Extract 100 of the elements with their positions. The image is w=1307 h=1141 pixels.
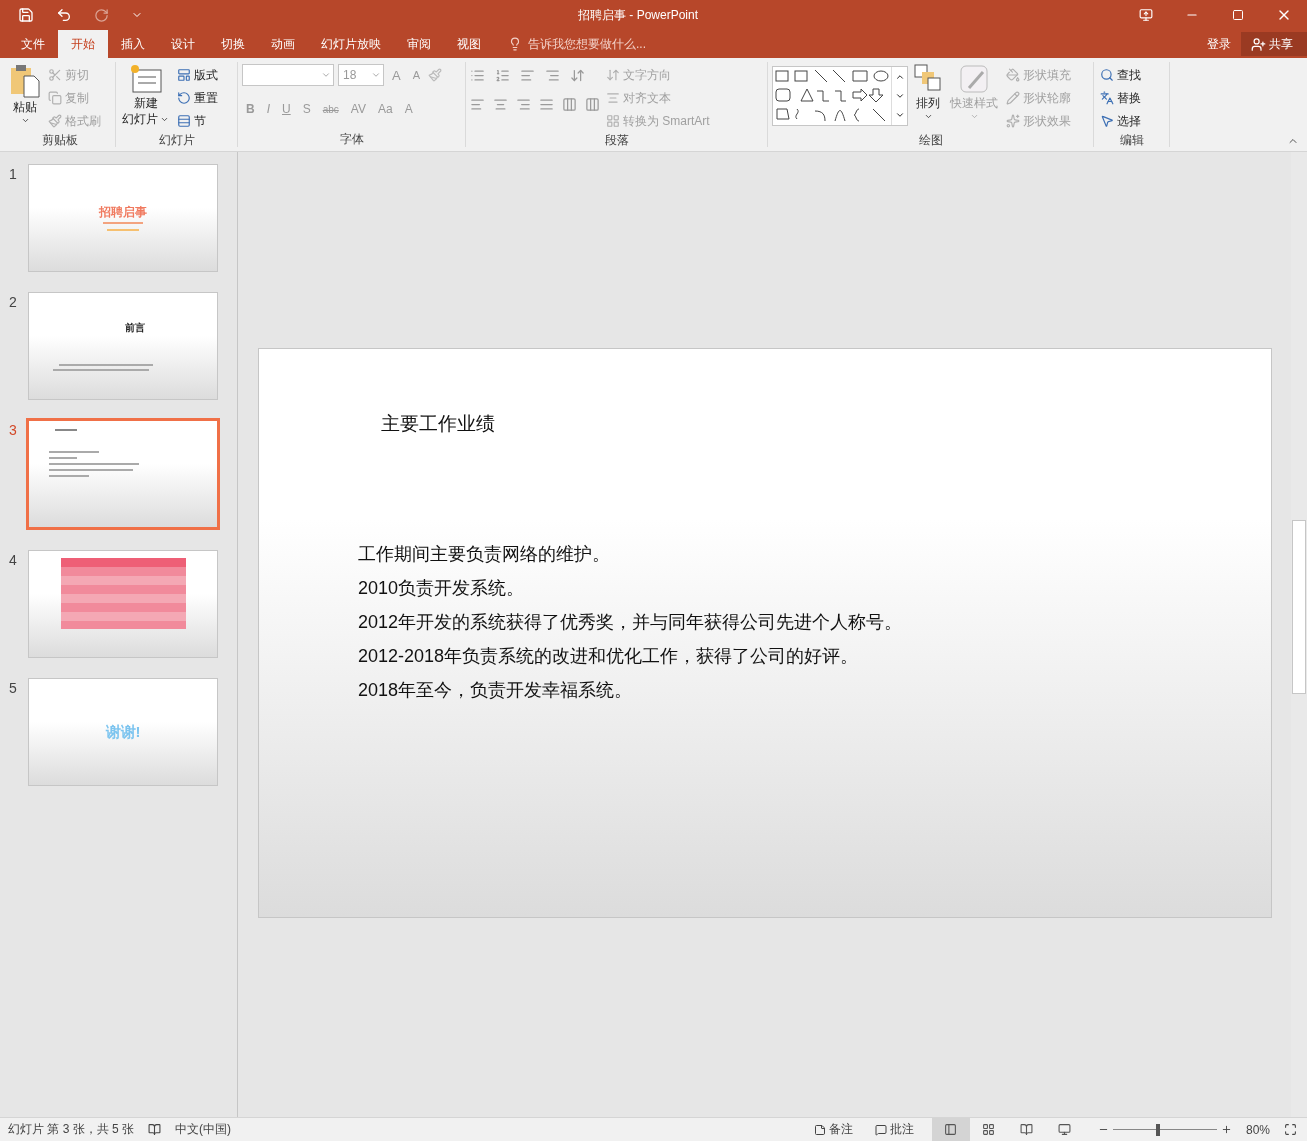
zoom-in-icon[interactable] [1220,1124,1232,1135]
ribbon-button[interactable]: 节 [175,110,220,132]
window-title: 招聘启事 - PowerPoint [578,6,700,24]
ribbon-tab[interactable]: 插入 [108,30,158,58]
align-text-icon [606,91,620,105]
ribbon-tab[interactable]: 审阅 [394,30,444,58]
ribbon-tab[interactable]: 视图 [444,30,494,58]
new-slide-button[interactable]: 新建 幻灯片 [120,62,171,132]
save-icon[interactable] [18,7,34,23]
layout-icon [177,68,191,82]
slide-counter: 幻灯片 第 3 张，共 5 张 [8,1121,135,1138]
slide-number: 1 [8,165,18,182]
search-icon [1100,68,1114,82]
body-text-line: 2012-2018年负责系统的改进和优化工作，获得了公司的好评。 [358,645,860,668]
slide-number: 5 [8,679,18,696]
comments-button[interactable]: 批注 [870,1121,918,1138]
pointer-icon [1100,114,1114,128]
ribbon-button[interactable]: 版式 [175,64,220,86]
reading-view-icon [1020,1123,1034,1136]
caret-icon [969,112,979,121]
slide-number: 2 [8,293,18,310]
thumbnail-title: 谢谢! [105,722,141,742]
paintbrush-icon [48,114,62,128]
zoom-level[interactable]: 80% [1245,1122,1270,1137]
slide-thumbnail[interactable] [28,550,218,658]
slide-thumbnail[interactable] [26,418,220,530]
pencil-icon [1006,91,1020,105]
monitor-icon [1139,8,1153,22]
share-button[interactable]: 共享 [1241,32,1307,56]
slide-thumbnail[interactable]: 招聘启事 [28,164,218,272]
ribbon-tab[interactable]: 切换 [208,30,258,58]
slide-canvas[interactable]: 主要工作业绩 工作期间主要负责网络的维护。 2010负责开发系统。 2012年开发的系统获得了优秀奖，并与同年获得公司先进个人称号。 2012-2018年负责系统的改进和优化工作，获得了公司的好评。 2018年至今，负责开发幸福系统。 [258,348,1272,918]
justify-icon[interactable] [539,97,554,112]
ribbon-button[interactable]: 重置 [175,87,220,109]
maximize-icon [1232,9,1244,21]
group-label: 剪贴板 [40,132,79,148]
thumbnail-title: 招聘启事 [99,203,147,221]
decrease-indent-icon[interactable] [520,68,535,83]
tell-me-field[interactable]: 告诉我您想要做什么... [526,36,686,52]
group-label: 幻灯片 [157,132,196,148]
ribbon-button[interactable]: 查找 [1098,64,1143,86]
group-label: 段落 [603,132,630,148]
fit-slide-icon[interactable] [1284,1123,1297,1136]
notes-button[interactable]: 备注 [809,1121,857,1138]
distribute-icon[interactable] [562,97,577,112]
view-button[interactable] [931,1118,970,1141]
ribbon-tab[interactable]: 动画 [258,30,308,58]
align-center-icon[interactable] [493,97,508,112]
dropdown-icon[interactable] [371,70,381,80]
shape-gallery[interactable] [772,66,908,126]
increase-indent-icon[interactable] [545,68,560,83]
normal-view-icon [944,1123,958,1136]
scroll-down-icon[interactable] [894,91,905,101]
grid-view-icon [982,1123,996,1136]
slide-title: 主要工作业绩 [381,412,496,436]
align-left-icon[interactable] [470,97,485,112]
slide-thumbnail[interactable]: 前言 [28,292,218,400]
paint-bucket-icon [1006,68,1020,82]
redo-icon[interactable] [94,7,109,23]
thumbnail-title: 前言 [125,322,145,333]
ribbon-tab[interactable]: 设计 [158,30,208,58]
arrange-icon [914,64,942,94]
sparkles-icon [1006,114,1020,128]
slide-number: 4 [8,551,18,568]
group-label: 绘图 [917,132,944,148]
ribbon-button[interactable]: 选择 [1098,110,1143,132]
font-name-field[interactable] [242,64,334,86]
slide-number: 3 [8,421,18,438]
new-slide-icon [129,64,162,94]
clear-format-icon[interactable] [428,68,442,82]
paste-button[interactable]: 粘贴 [8,62,42,132]
columns-icon[interactable] [585,97,600,112]
line-spacing-icon[interactable] [570,68,585,83]
copy-icon [48,91,62,105]
zoom-thumb[interactable] [1155,1123,1160,1136]
group-label: 字体 [338,131,365,147]
numbering-icon[interactable] [495,68,510,83]
ribbon-tab[interactable]: 开始 [58,30,108,58]
sign-in-link[interactable]: 登录 [1197,30,1241,58]
font-size-field[interactable]: 18 [338,64,384,86]
language-label[interactable]: 中文(中国) [175,1121,232,1138]
slideshow-icon [1058,1123,1072,1136]
lightbulb-icon [508,37,522,51]
ribbon-button[interactable]: 替换 [1098,87,1143,109]
scissors-icon [48,68,62,82]
user-plus-icon [1251,36,1266,52]
caret-icon [20,116,30,125]
body-text-line: 2018年至今，负责开发幸福系统。 [358,679,634,702]
ribbon-tab[interactable]: 幻灯片放映 [308,30,394,58]
bullets-icon[interactable] [470,68,485,83]
caret-icon [923,112,933,121]
font-size-field[interactable]: 18 [339,68,371,82]
note-icon [813,1123,826,1136]
align-right-icon[interactable] [516,97,531,112]
dropdown-icon[interactable] [321,70,331,80]
group-label: 编辑 [1118,132,1145,148]
ribbon-tab[interactable]: 文件 [8,30,58,58]
undo-icon[interactable] [56,7,72,23]
arrange-button[interactable]: 排列 [912,62,944,132]
quick-styles-icon [959,64,989,94]
